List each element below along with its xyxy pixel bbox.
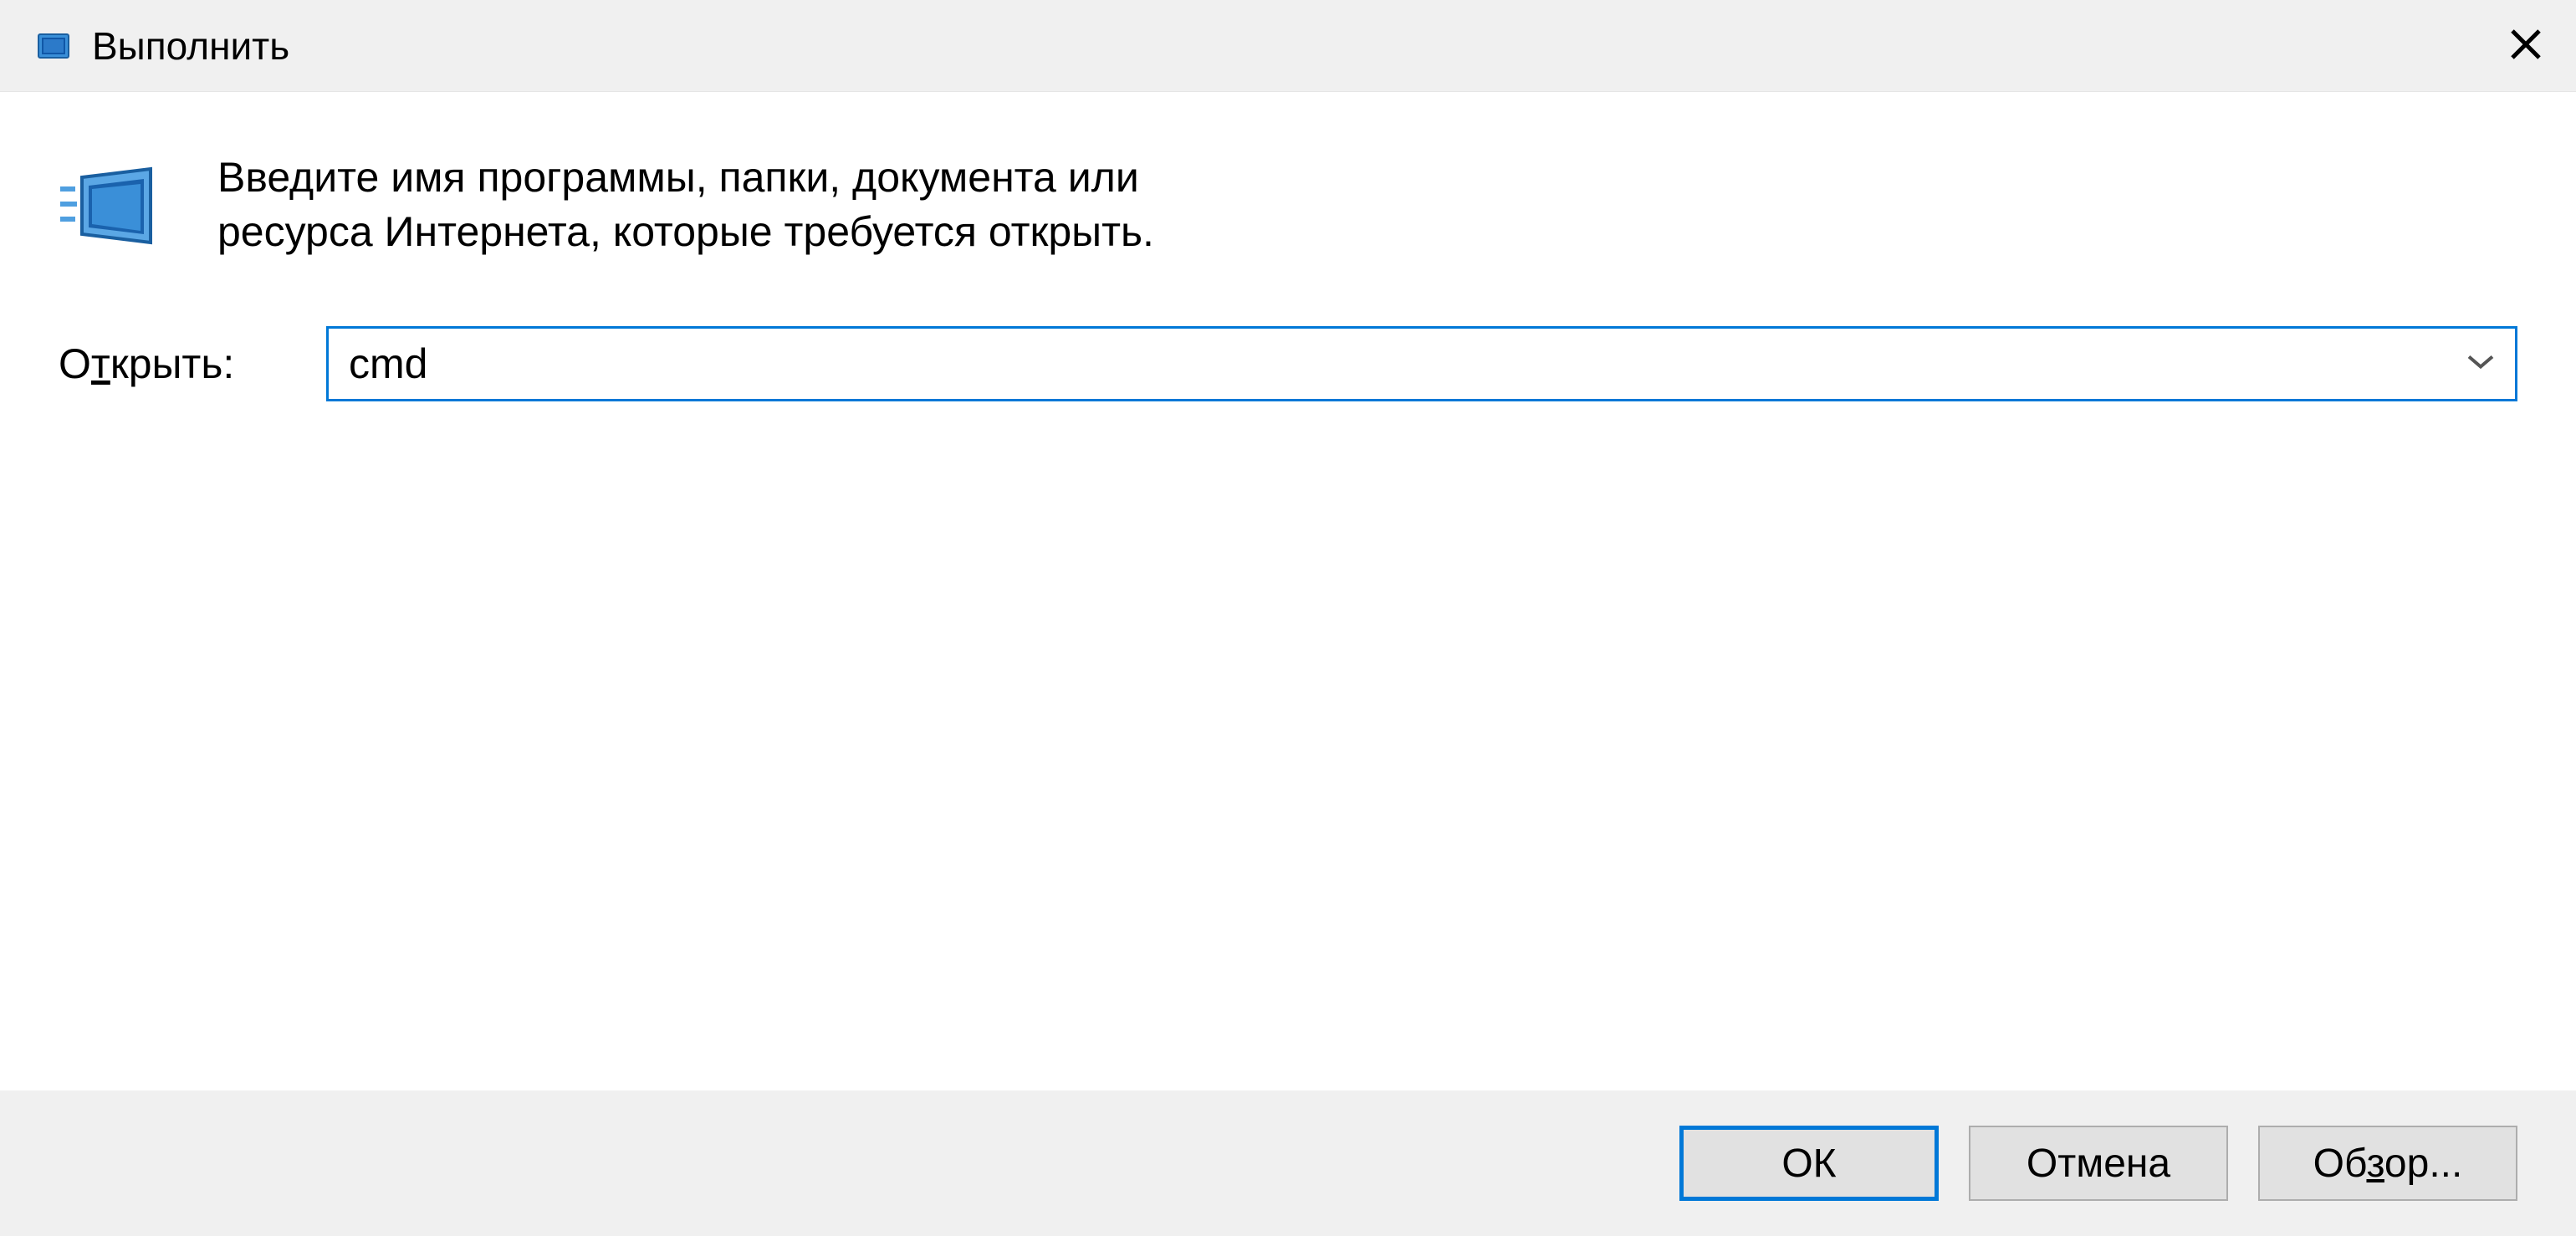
body-panel: Введите имя программы, папки, документа … bbox=[0, 92, 2576, 1090]
close-button[interactable] bbox=[2501, 21, 2551, 71]
button-bar: ОК Отмена Обзор... bbox=[0, 1090, 2576, 1236]
open-label-pre: О bbox=[59, 340, 91, 387]
cancel-button[interactable]: Отмена bbox=[1969, 1126, 2228, 1201]
open-input[interactable] bbox=[326, 326, 2517, 401]
input-row: Открыть: bbox=[59, 326, 2517, 401]
instruction-text: Введите имя программы, папки, документа … bbox=[217, 151, 1171, 259]
titlebar-left: Выполнить bbox=[33, 23, 289, 69]
browse-button[interactable]: Обзор... bbox=[2258, 1126, 2517, 1201]
titlebar: Выполнить bbox=[0, 0, 2576, 92]
close-icon bbox=[2506, 24, 2546, 67]
run-icon-large bbox=[59, 159, 159, 259]
open-label-post: крыть: bbox=[110, 340, 234, 387]
window-title: Выполнить bbox=[92, 23, 289, 69]
open-label: Открыть: bbox=[59, 340, 326, 388]
instruction-row: Введите имя программы, папки, документа … bbox=[59, 151, 2517, 259]
run-dialog: Выполнить bbox=[0, 0, 2576, 1236]
ok-button[interactable]: ОК bbox=[1679, 1126, 1939, 1201]
browse-button-label: Обзор... bbox=[2313, 1141, 2463, 1187]
open-combo[interactable] bbox=[326, 326, 2517, 401]
run-icon bbox=[33, 26, 74, 66]
ok-button-label: ОК bbox=[1781, 1141, 1836, 1187]
open-label-accel: т bbox=[91, 340, 110, 387]
cancel-button-label: Отмена bbox=[2027, 1141, 2170, 1187]
